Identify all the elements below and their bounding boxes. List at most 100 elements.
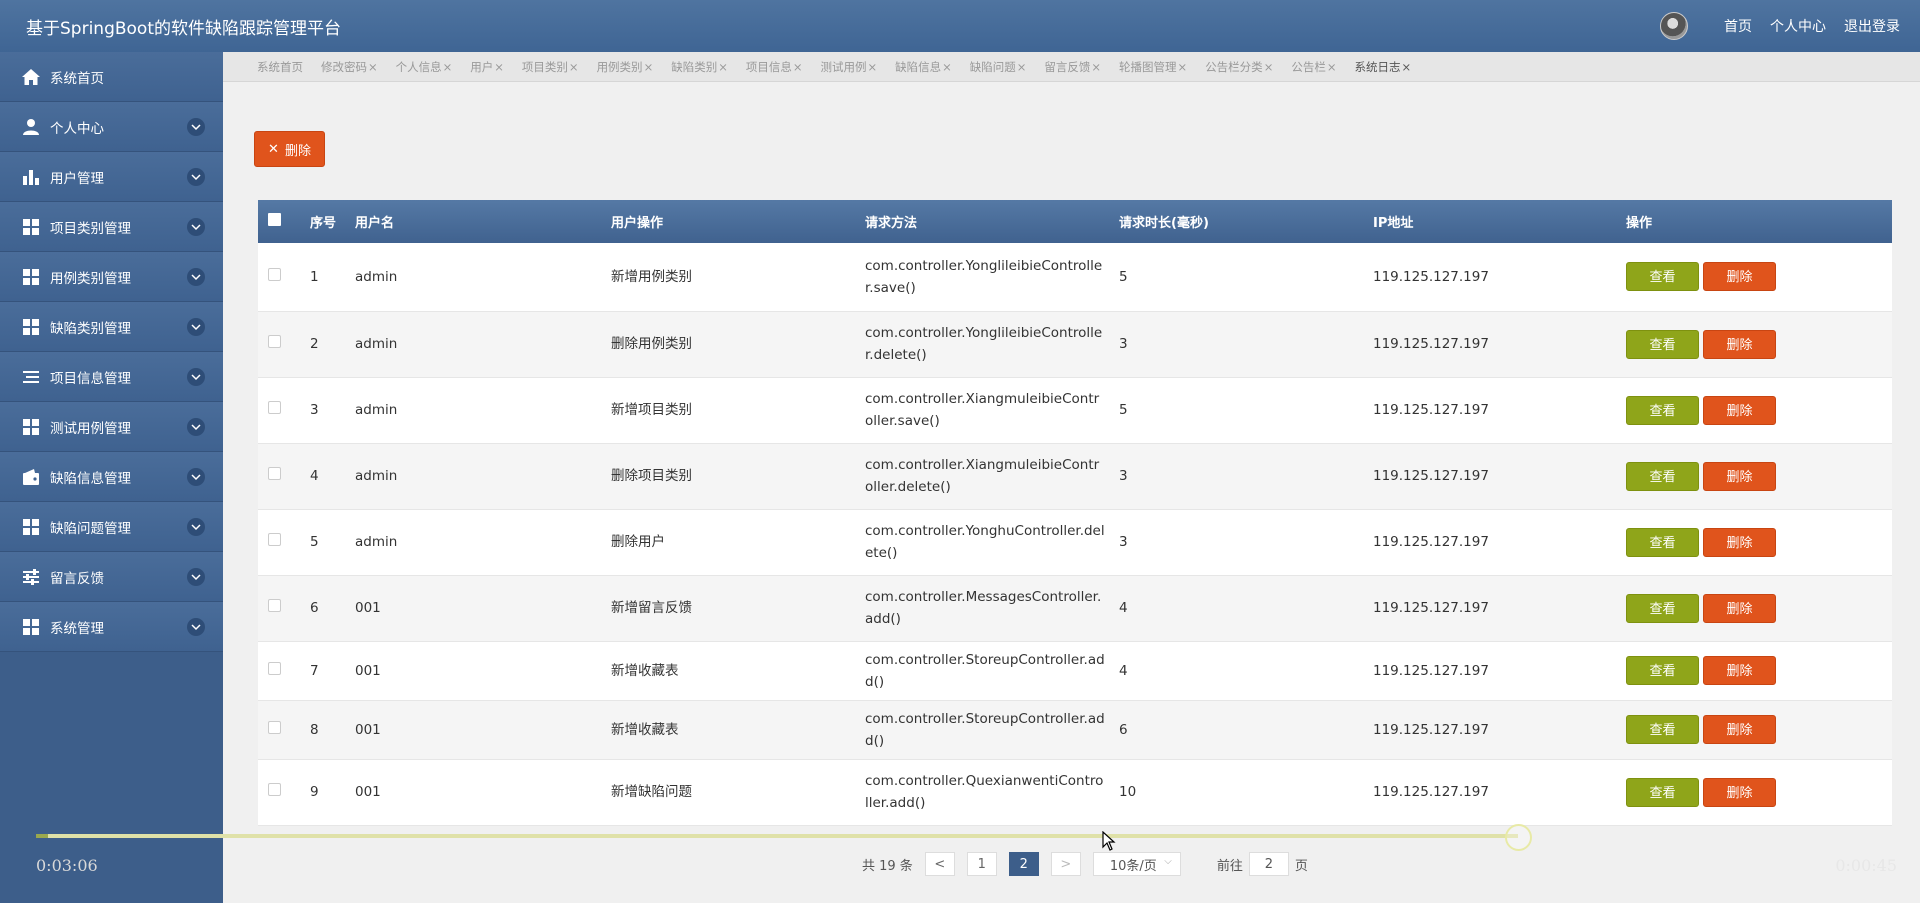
cell-method: com.controller.XiangmuleibieController.d… [865,443,1119,510]
tab-close-icon[interactable]: × [1017,60,1027,74]
delete-button[interactable]: 删除 [1703,461,1776,491]
page-size-select[interactable]: 10条/页 ⌵ [1092,852,1181,876]
row-checkbox[interactable] [268,467,281,480]
pagination-page-2[interactable]: 2 [1008,852,1039,876]
goto-page-input[interactable] [1248,852,1289,876]
tab-close-icon[interactable]: × [718,60,728,74]
sidebar-item-4[interactable]: 用例类别管理 [0,252,223,302]
delete-button[interactable]: 删除 [1703,777,1776,807]
tab-7[interactable]: 项目信息× [746,59,803,75]
pagination-prev-button[interactable]: < [924,852,955,876]
tab-close-icon[interactable]: × [494,60,504,74]
row-checkbox[interactable] [268,661,281,675]
tab-close-icon[interactable]: × [1327,60,1337,74]
view-button[interactable]: 查看 [1626,593,1699,623]
tab-4[interactable]: 项目类别× [522,59,579,75]
select-all-checkbox[interactable] [268,213,281,226]
view-button[interactable]: 查看 [1626,262,1699,292]
tab-close-icon[interactable]: × [867,60,877,74]
tab-6[interactable]: 缺陷类别× [671,59,728,75]
cell-user: 001 [355,700,611,760]
chevron-down-icon[interactable] [187,418,205,436]
row-checkbox[interactable] [268,720,281,734]
tab-close-icon[interactable]: × [644,60,654,74]
tab-3[interactable]: 用户× [470,59,504,75]
sidebar-item-0[interactable]: 系统首页 [0,52,223,102]
view-button[interactable]: 查看 [1626,777,1699,807]
delete-button[interactable]: 删除 [1703,527,1776,557]
tab-close-icon[interactable]: × [793,60,803,74]
chevron-down-icon[interactable] [187,568,205,586]
tab-15[interactable]: 系统日志× [1354,59,1411,75]
chevron-down-icon[interactable] [187,368,205,386]
sidebar-item-6[interactable]: 项目信息管理 [0,352,223,402]
tab-14[interactable]: 公告栏× [1291,59,1336,75]
home-link[interactable]: 首页 [1724,16,1752,36]
tab-5[interactable]: 用例类别× [597,59,654,75]
logout-link[interactable]: 退出登录 [1844,16,1900,36]
tab-close-icon[interactable]: × [1401,60,1411,74]
delete-button[interactable]: 删除 [1703,593,1776,623]
view-button[interactable]: 查看 [1626,656,1699,685]
delete-button[interactable]: 删除 [1703,395,1776,425]
chevron-down-icon[interactable] [187,318,205,336]
cell-no: 6 [310,575,355,642]
tab-0[interactable]: 系统首页 [257,59,303,75]
tab-2[interactable]: 个人信息× [396,59,453,75]
view-button[interactable]: 查看 [1626,395,1699,425]
sidebar-item-5[interactable]: 缺陷类别管理 [0,302,223,352]
tab-13[interactable]: 公告栏分类× [1205,59,1273,75]
pagination-page-1[interactable]: 1 [966,852,997,876]
view-button[interactable]: 查看 [1626,715,1699,744]
tab-8[interactable]: 测试用例× [820,59,877,75]
view-button[interactable]: 查看 [1626,527,1699,557]
chevron-down-icon[interactable] [187,118,205,136]
chevron-down-icon[interactable] [187,218,205,236]
delete-button[interactable]: 删除 [1703,715,1776,744]
row-checkbox[interactable] [268,599,281,612]
tab-1[interactable]: 修改密码× [321,59,378,75]
view-button[interactable]: 查看 [1626,329,1699,359]
tab-close-icon[interactable]: × [1091,60,1101,74]
chevron-down-icon[interactable] [187,168,205,186]
batch-delete-button[interactable]: ✕ 删除 [254,131,325,167]
sidebar-item-9[interactable]: 缺陷问题管理 [0,502,223,552]
sidebar-item-7[interactable]: 测试用例管理 [0,402,223,452]
tab-close-icon[interactable]: × [1264,60,1274,74]
row-checkbox[interactable] [268,335,281,348]
sidebar-item-1[interactable]: 个人中心 [0,102,223,152]
delete-button[interactable]: 删除 [1703,262,1776,292]
row-checkbox[interactable] [268,267,281,281]
tab-close-icon[interactable]: × [942,60,952,74]
row-checkbox[interactable] [268,533,281,546]
sidebar-item-3[interactable]: 项目类别管理 [0,202,223,252]
tab-close-icon[interactable]: × [443,60,453,74]
cell-method: com.controller.StoreupController.add() [865,700,1119,760]
tab-12[interactable]: 轮播图管理× [1119,59,1187,75]
row-checkbox[interactable] [268,783,281,796]
col-header-user: 用户名 [355,200,611,243]
chevron-down-icon[interactable] [187,618,205,636]
pagination-next-button[interactable]: > [1050,852,1081,876]
sidebar-item-2[interactable]: 用户管理 [0,152,223,202]
chevron-down-icon[interactable] [187,268,205,286]
video-progress-thumb[interactable] [1505,824,1532,851]
tab-close-icon[interactable]: × [368,60,378,74]
video-progress-track[interactable] [36,834,1518,838]
sidebar-item-8[interactable]: 缺陷信息管理 [0,452,223,502]
chevron-down-icon[interactable] [187,518,205,536]
tab-close-icon[interactable]: × [569,60,579,74]
tab-11[interactable]: 留言反馈× [1044,59,1101,75]
delete-button[interactable]: 删除 [1703,329,1776,359]
view-button[interactable]: 查看 [1626,461,1699,491]
tab-10[interactable]: 缺陷问题× [970,59,1027,75]
tab-close-icon[interactable]: × [1178,60,1188,74]
sidebar-item-10[interactable]: 留言反馈 [0,552,223,602]
row-checkbox[interactable] [268,401,281,414]
sidebar-item-11[interactable]: 系统管理 [0,602,223,652]
delete-button[interactable]: 删除 [1703,656,1776,685]
profile-link[interactable]: 个人中心 [1770,16,1826,36]
chevron-down-icon[interactable] [187,468,205,486]
tab-9[interactable]: 缺陷信息× [895,59,952,75]
avatar[interactable] [1660,12,1688,40]
